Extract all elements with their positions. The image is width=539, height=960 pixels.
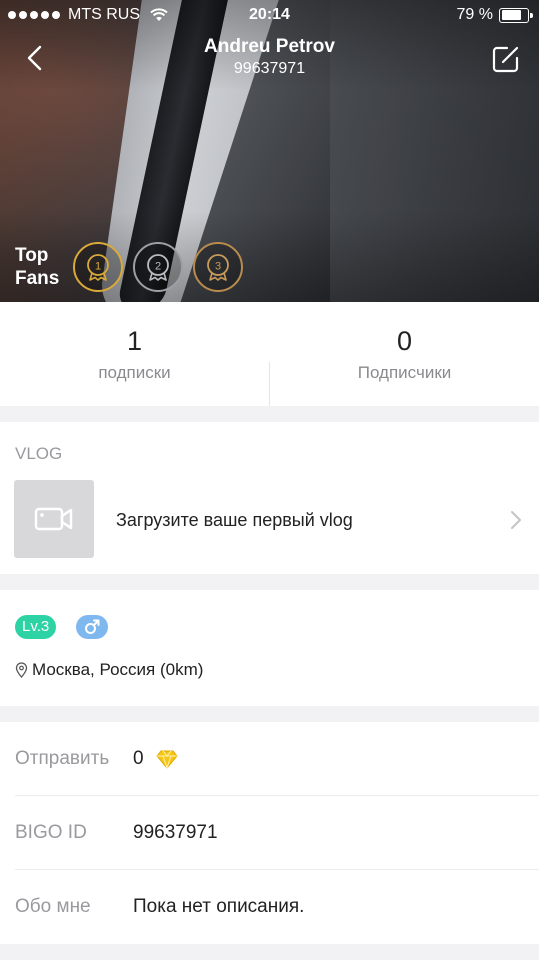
video-camera-icon (34, 507, 73, 531)
top-fan-2[interactable]: 2 (133, 242, 183, 292)
top-fans-label: Top Fans (15, 245, 60, 289)
bigo-id-row: BIGO ID 99637971 (0, 796, 539, 870)
top-fan-3[interactable]: 3 (193, 242, 243, 292)
location-text: Москва, Россия (0km) (32, 660, 204, 679)
sent-diamonds-row: Отправить 0 (0, 722, 539, 796)
vlog-section-title: VLOG (15, 444, 63, 463)
battery-status: 79 % (456, 6, 533, 24)
follow-stats: 1 подписки 0 Подписчики (0, 302, 539, 406)
about-value: Пока нет описания. (133, 896, 305, 917)
edit-icon[interactable] (491, 44, 521, 74)
location: Москва, Россия (0km) (15, 660, 203, 680)
top-fan-rank: 1 (95, 261, 101, 273)
followers-label: Подписчики (357, 363, 452, 382)
sent-value-wrap: 0 (133, 748, 178, 770)
sent-label: Отправить (15, 748, 110, 769)
battery-icon (499, 7, 533, 23)
medal-icon: 3 (207, 254, 229, 281)
level-badge: Lv.3 (15, 615, 57, 639)
followers-stat[interactable]: 0 Подписчики (270, 302, 539, 406)
following-label: подписки (98, 363, 171, 382)
following-count: 1 (126, 326, 143, 356)
medal-icon: 1 (87, 254, 109, 281)
profile-cover: MTS RUS 20:14 79 % Andreu Petrov 9963797… (0, 0, 539, 302)
battery-percent: 79 % (456, 6, 493, 23)
profile-details: Отправить 0 BIGO ID 99637971 Обо мне Пок… (0, 722, 539, 944)
about-row: Обо мне Пока нет описания. (0, 870, 539, 944)
bigo-id-value: 99637971 (133, 822, 218, 843)
profile-name: Andreu Petrov (204, 36, 335, 57)
followers-count: 0 (396, 326, 413, 356)
vlog-section: VLOG Загрузите ваше первый vlog (0, 422, 539, 574)
top-fan-1[interactable]: 1 (73, 242, 123, 292)
pin-icon (15, 662, 28, 678)
profile-info: Lv.3 Москва, Россия (0km) (0, 590, 539, 706)
top-fan-rank: 2 (155, 261, 161, 273)
following-stat[interactable]: 1 подписки (0, 302, 269, 406)
about-label: Обо мне (15, 896, 91, 917)
profile-id: 99637971 (233, 60, 306, 77)
medal-icon: 2 (147, 254, 169, 281)
battery-fill (501, 10, 522, 20)
profile-header: Andreu Petrov 99637971 (0, 36, 539, 78)
chevron-right-icon[interactable] (509, 510, 523, 530)
vlog-upload-thumbnail[interactable] (14, 480, 94, 558)
bigo-id-label: BIGO ID (15, 822, 87, 843)
status-bar: MTS RUS 20:14 79 % (0, 0, 539, 34)
vlog-upload-prompt[interactable]: Загрузите ваше первый vlog (116, 510, 353, 531)
sent-value: 0 (133, 748, 144, 769)
diamond-icon (155, 750, 178, 769)
top-fan-rank: 3 (215, 261, 221, 273)
male-icon (85, 619, 100, 634)
gender-badge (76, 615, 108, 639)
